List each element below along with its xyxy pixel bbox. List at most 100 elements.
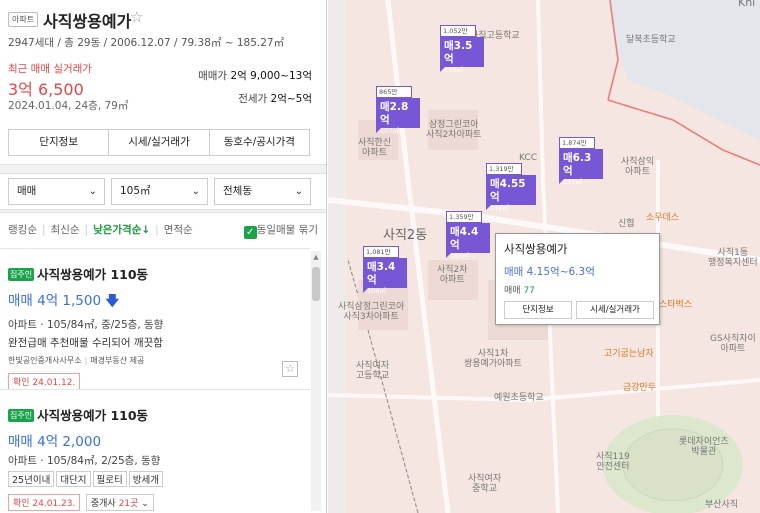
price-text: 매매 4억 1,500 [8, 293, 102, 309]
map-label: 사직119 안전센터 [596, 452, 630, 472]
marker-count: 1,319만 [486, 163, 522, 175]
popup-count: 매매 77 [504, 283, 535, 296]
info-tabs: 단지정보 시세/실거래가 동호수/공시가격 [8, 129, 310, 156]
map-label: Khi [738, 0, 756, 9]
listing-desc: 아파트 · 105/84㎡, 2/25층, 동향 [8, 455, 161, 467]
map-label: 고기굽는남자 [604, 349, 654, 359]
checkbox-checked-icon: ✓ [243, 226, 257, 239]
sort-ranking[interactable]: 랭킹순 [8, 224, 37, 236]
map-label: 사직1차 쌍용예가아파트 [464, 349, 522, 369]
chevron-down-icon: ⌄ [191, 186, 200, 197]
map-label: 스타벅스 [659, 300, 693, 310]
sort-area[interactable]: 면적순 [164, 224, 193, 236]
recent-trade-label: 최근 매매 실거래가 [8, 63, 92, 75]
map-label: 달북초등학교 [626, 35, 676, 45]
source-provider: 매경부동산 제공 [90, 356, 145, 365]
complex-header: 아파트 사직쌍용예가 ☆ 2947세대 / 총 29동 / 2006.12.07… [8, 8, 318, 50]
recent-trade-price: 3억 6,500 [8, 80, 84, 99]
map-label: 신협 [618, 219, 635, 229]
sort-bar: 랭킹순 | 최신순 | 낮은가격순↓ | 면적순 ✓ 동일매물 묶기 [8, 222, 318, 239]
agent-count-button[interactable]: 중개사 21곳 ⌄ [85, 494, 154, 511]
tab-unit-public-price[interactable]: 동호수/공시가격 [210, 130, 309, 155]
agent-count: 21곳 [118, 499, 139, 509]
favorite-star-icon[interactable]: ☆ [282, 361, 298, 377]
listing-desc: 아파트 · 105/84㎡, 중/25층, 동향 [8, 319, 164, 331]
marker-price: 매2.8억 [380, 101, 409, 126]
confirmed-date: 확인 24.01.23. [8, 494, 81, 511]
price-marker[interactable]: 1,319만 매4.55억 114㎡ [486, 163, 536, 212]
range-label: 전세가 [238, 93, 268, 105]
same-listing-toggle[interactable]: ✓ 동일매물 묶기 [243, 222, 318, 239]
complex-popup: 사직쌍용예가 매매 4.15억~6.3억 매매 77 단지정보 시세/실거래가 [495, 233, 660, 325]
confirmed-date: 확인 24.01.12. [8, 373, 81, 390]
marker-price: 매3.5억 [444, 40, 473, 65]
sort-low-price[interactable]: 낮은가격순↓ [93, 224, 150, 236]
price-marker[interactable]: 1,081만 매3.4억 104㎡ [363, 246, 407, 295]
list-scrollbar[interactable]: ▲ [311, 251, 321, 511]
listing-item[interactable]: 집주인 사직쌍용예가 110동 매매 4억 2,000 아파트 · 105/84㎡… [8, 405, 298, 511]
listing-price: 매매 4억 2,000 [8, 434, 102, 450]
map-label: 예원초등학교 [494, 393, 544, 403]
map-label: 사직한신 아파트 [358, 138, 392, 158]
marker-count: 1,081만 [363, 246, 399, 258]
chevron-down-icon: ⌄ [294, 186, 303, 197]
map-label: 부산사직 [705, 500, 739, 510]
listing-name: 사직쌍용예가 110동 [37, 267, 149, 282]
price-marker[interactable]: 1,052만 매3.5억 110㎡ [440, 25, 484, 74]
marker-price: 매4.4억 [450, 226, 479, 251]
owner-badge: 집주인 [8, 268, 35, 281]
recent-trade-date: 2024.01.04, 24층, 79㎡ [8, 100, 129, 112]
popup-title: 사직쌍용예가 [504, 242, 568, 256]
range-value: 2억~5억 [270, 93, 312, 105]
area-select[interactable]: 105㎡ ⌄ [111, 178, 208, 205]
popup-complex-info-button[interactable]: 단지정보 [504, 301, 572, 319]
map-label: 사직여자 중학교 [468, 474, 502, 494]
area-value: 105㎡ [120, 185, 151, 197]
marker-area: 111㎡ [563, 178, 582, 186]
complex-meta: 2947세대 / 총 29동 / 2006.12.07 / 79.38㎡ ~ 1… [8, 37, 285, 49]
marker-area: 104㎡ [367, 287, 386, 295]
trade-type-select[interactable]: 매매 ⌄ [8, 178, 105, 205]
map-label: 사직1동 행정복지센터 [708, 248, 758, 268]
listing-source: 한빛공인중개사사무소 | 매경부동산 제공 [8, 356, 145, 365]
price-drop-icon: 🡇 [105, 293, 120, 309]
tab-complex-info[interactable]: 단지정보 [9, 130, 110, 155]
marker-count: 1,359만 [446, 211, 482, 223]
section-divider [0, 209, 326, 213]
range-label: 매매가 [198, 70, 228, 82]
type-tag: 아파트 [8, 12, 39, 27]
marker-count: 1,052만 [440, 25, 476, 37]
same-listing-label: 동일매물 묶기 [256, 224, 318, 236]
map-label: 사직삼정그린코아 사직3차아파트 [338, 302, 405, 322]
scroll-thumb[interactable] [312, 267, 320, 301]
marker-price: 매3.4억 [367, 261, 396, 286]
trade-type-value: 매매 [17, 185, 37, 197]
feature-tag: 25년이내 [8, 471, 55, 487]
marker-area: 107㎡ [380, 127, 399, 135]
price-marker[interactable]: 865만 매2.8억 107㎡ [376, 86, 420, 135]
price-marker[interactable]: 1,359만 매4.4억 107㎡ [446, 211, 490, 260]
tab-market-price[interactable]: 시세/실거래가 [109, 130, 210, 155]
price-marker[interactable]: 1,874만 매6.3억 111㎡ [559, 137, 603, 186]
favorite-star-icon[interactable]: ☆ [130, 8, 143, 26]
owner-badge: 집주인 [8, 409, 35, 422]
range-value: 2억 9,000~13억 [230, 70, 312, 82]
marker-area: 107㎡ [450, 252, 469, 260]
map-label: 삼정그린코아 사직2차아파트 [426, 120, 482, 140]
map-label: KCC [519, 153, 537, 163]
scroll-up-arrow-icon[interactable]: ▲ [311, 253, 321, 261]
agent-name: 한빛공인중개사사무소 [8, 356, 82, 365]
sort-latest[interactable]: 최신순 [51, 224, 80, 236]
marker-area: 110㎡ [444, 66, 463, 74]
popup-count-value: 77 [523, 286, 535, 296]
section-divider [0, 164, 326, 174]
building-select[interactable]: 전체동 ⌄ [214, 178, 311, 205]
map-label: GS사직자이 아파트 [710, 334, 756, 354]
popup-market-price-button[interactable]: 시세/실거래가 [576, 301, 654, 319]
map-view[interactable]: 사직고등학교 달북초등학교 삼정그린코아 사직2차아파트 사직한신 아파트 KC… [328, 0, 760, 513]
building-value: 전체동 [223, 185, 252, 197]
listing-name: 사직쌍용예가 110동 [37, 408, 149, 423]
left-panel: 아파트 사직쌍용예가 ☆ 2947세대 / 총 29동 / 2006.12.07… [0, 0, 327, 513]
listing-item[interactable]: 집주인 사직쌍용예가 110동 매매 4억 1,500 🡇 아파트 · 105/8… [8, 264, 298, 390]
marker-price: 매6.3억 [563, 152, 592, 177]
